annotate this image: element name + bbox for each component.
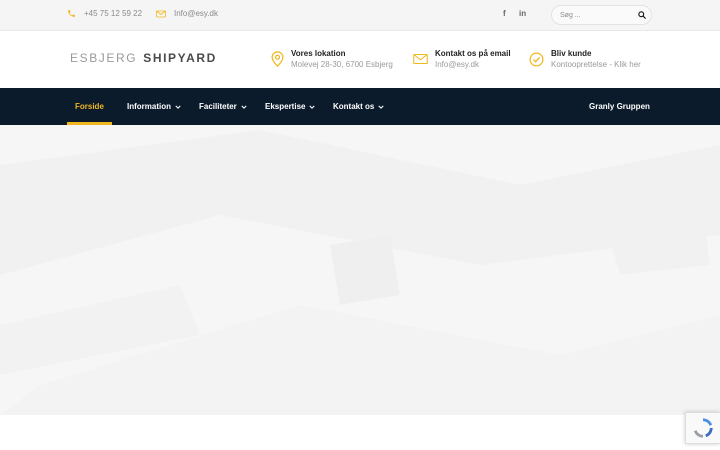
nav-item-forside[interactable]: Forside — [67, 88, 112, 125]
info-location[interactable]: Vores lokation Molevej 28-30, 6700 Esbje… — [271, 49, 393, 69]
logo[interactable]: ESBJERG SHIPYARD — [70, 51, 217, 65]
chevron-down-icon — [175, 105, 181, 109]
info-email-subtitle: Info@esy.dk — [435, 60, 479, 69]
envelope-icon — [156, 10, 166, 18]
hero-overlay — [0, 125, 720, 415]
top-bar: +45 75 12 59 22 Info@esy.dk f in — [0, 0, 720, 31]
nav-item-granly-gruppen[interactable]: Granly Gruppen — [589, 88, 650, 125]
nav-item-faciliteter[interactable]: Faciliteter — [199, 88, 247, 125]
nav-item-label: Forside — [75, 102, 104, 111]
phone-icon — [67, 9, 76, 18]
linkedin-icon[interactable]: in — [519, 9, 526, 18]
recaptcha-badge[interactable] — [685, 412, 720, 444]
map-pin-icon — [271, 49, 284, 69]
nav-item-kontakt[interactable]: Kontakt os — [333, 88, 384, 125]
info-customer-subtitle: Kontooprettelse - Klik her — [551, 60, 641, 69]
topbar-email[interactable]: Info@esy.dk — [156, 9, 218, 18]
hero-banner — [0, 125, 720, 415]
facebook-icon[interactable]: f — [503, 9, 506, 18]
phone-text: +45 75 12 59 22 — [84, 9, 143, 18]
logo-part-2: SHIPYARD — [143, 51, 217, 65]
info-become-customer[interactable]: Bliv kunde Kontooprettelse - Klik her — [529, 49, 641, 69]
chevron-down-icon — [309, 105, 316, 109]
info-location-subtitle: Molevej 28-30, 6700 Esbjerg — [291, 60, 393, 69]
search-input[interactable] — [560, 11, 638, 19]
nav-item-label: Granly Gruppen — [589, 102, 650, 111]
main-nav: Forside Information Faciliteter Eksperti… — [0, 88, 720, 125]
info-customer-title: Bliv kunde — [551, 49, 592, 58]
topbar-phone[interactable]: +45 75 12 59 22 — [67, 9, 142, 18]
envelope-icon — [413, 49, 428, 69]
check-circle-icon — [529, 49, 544, 69]
recaptcha-icon — [693, 418, 713, 438]
nav-item-label: Kontakt os — [333, 102, 375, 111]
chevron-down-icon — [378, 105, 384, 109]
nav-item-label: Faciliteter — [199, 102, 237, 111]
nav-item-label: Ekspertise — [265, 102, 306, 111]
info-email-title: Kontakt os på email — [435, 49, 511, 58]
nav-item-label: Information — [127, 102, 171, 111]
logo-part-1: ESBJERG — [70, 51, 138, 65]
info-location-title: Vores lokation — [291, 49, 346, 58]
header: ESBJERG SHIPYARD Vores lokation Molevej … — [0, 31, 720, 88]
search-box — [551, 5, 652, 25]
search-icon[interactable] — [638, 11, 646, 19]
info-email[interactable]: Kontakt os på email Info@esy.dk — [413, 49, 511, 69]
nav-item-ekspertise[interactable]: Ekspertise — [265, 88, 316, 125]
nav-item-information[interactable]: Information — [127, 88, 181, 125]
email-text: Info@esy.dk — [174, 9, 218, 18]
chevron-down-icon — [241, 105, 247, 109]
